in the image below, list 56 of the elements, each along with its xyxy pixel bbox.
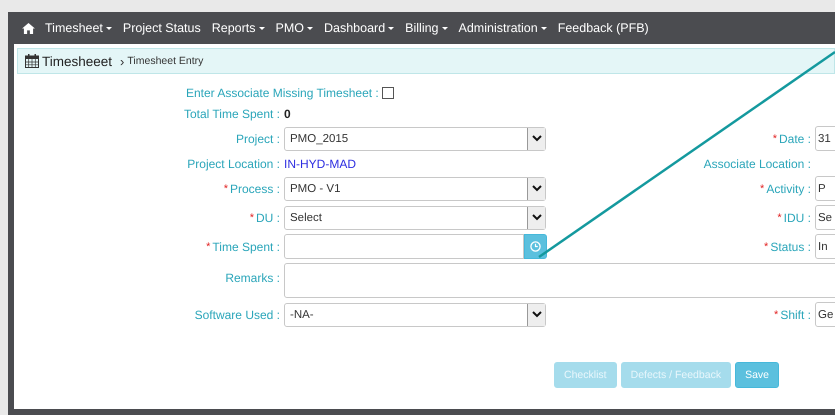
nav-menu-item[interactable]: Billing bbox=[405, 21, 448, 35]
required-asterisk: * bbox=[206, 240, 210, 252]
field-label: Software Used : bbox=[194, 308, 280, 322]
breadcrumb-link[interactable]: Timesheet Entry bbox=[127, 55, 204, 67]
field-label: Date : bbox=[778, 132, 811, 146]
clock-button[interactable] bbox=[524, 234, 547, 259]
dropdown[interactable]: PMO - V1 bbox=[284, 176, 546, 200]
required-asterisk: * bbox=[764, 240, 768, 252]
nav-menu-item[interactable]: Feedback (PFB) bbox=[558, 21, 649, 35]
required-asterisk: * bbox=[760, 182, 764, 194]
required-asterisk: * bbox=[777, 212, 782, 224]
required-asterisk: * bbox=[774, 308, 778, 320]
dropdown[interactable]: PMO_2015 bbox=[284, 126, 546, 150]
clock-icon bbox=[530, 241, 541, 252]
dropdown[interactable]: Select bbox=[284, 206, 546, 230]
dropdown[interactable]: -NA- bbox=[284, 302, 546, 326]
nav-menu-item[interactable]: Timesheet bbox=[45, 21, 112, 35]
field-label: Shift : bbox=[780, 308, 811, 322]
nav-menu-item[interactable]: PMO bbox=[276, 21, 313, 35]
nav-menu-item[interactable]: Dashboard bbox=[324, 21, 394, 35]
chevron-down-icon bbox=[527, 206, 545, 228]
input-field[interactable]: In bbox=[815, 234, 835, 259]
required-asterisk: * bbox=[250, 212, 254, 224]
chevron-down-icon bbox=[527, 128, 545, 150]
home-icon[interactable] bbox=[22, 22, 35, 34]
nav-menu-item[interactable]: Reports bbox=[212, 21, 265, 35]
time-input-field[interactable] bbox=[284, 234, 524, 259]
input-field[interactable]: 31 bbox=[815, 126, 835, 151]
field-label: Project Location : bbox=[187, 156, 280, 170]
nav-menu-item[interactable]: Administration bbox=[458, 21, 547, 35]
field-label: Time Spent : bbox=[212, 240, 280, 254]
input-field[interactable]: Se bbox=[815, 205, 835, 230]
required-asterisk: * bbox=[224, 182, 228, 194]
field-label: Status : bbox=[770, 240, 811, 254]
field-label: Enter Associate Missing Timesheet : bbox=[186, 86, 379, 100]
field-label: Total Time Spent : bbox=[184, 106, 280, 120]
field-label: Activity : bbox=[766, 182, 811, 196]
calendar-icon bbox=[25, 54, 39, 68]
checkbox[interactable] bbox=[382, 86, 394, 98]
remarks-field[interactable] bbox=[284, 263, 835, 298]
field-label: Process : bbox=[230, 182, 280, 196]
chevron-down-icon bbox=[527, 304, 545, 326]
input-field[interactable]: Ge bbox=[815, 302, 835, 327]
input-field[interactable]: P bbox=[815, 176, 835, 201]
field-label: Project : bbox=[236, 132, 280, 146]
field-label: IDU : bbox=[784, 210, 811, 224]
required-asterisk: * bbox=[772, 132, 777, 144]
nav-menu-item[interactable]: Project Status bbox=[122, 21, 201, 35]
field-label: Remarks : bbox=[225, 270, 280, 284]
breadcrumb-separator: › bbox=[120, 54, 124, 68]
chevron-down-icon bbox=[527, 178, 545, 200]
location-value: IN-HYD-MAD bbox=[284, 156, 356, 170]
page-title: Timesheeet bbox=[42, 54, 112, 68]
field-label: DU : bbox=[256, 210, 280, 224]
total-time-value: 0 bbox=[284, 106, 291, 120]
field-label: Associate Location : bbox=[704, 156, 811, 170]
